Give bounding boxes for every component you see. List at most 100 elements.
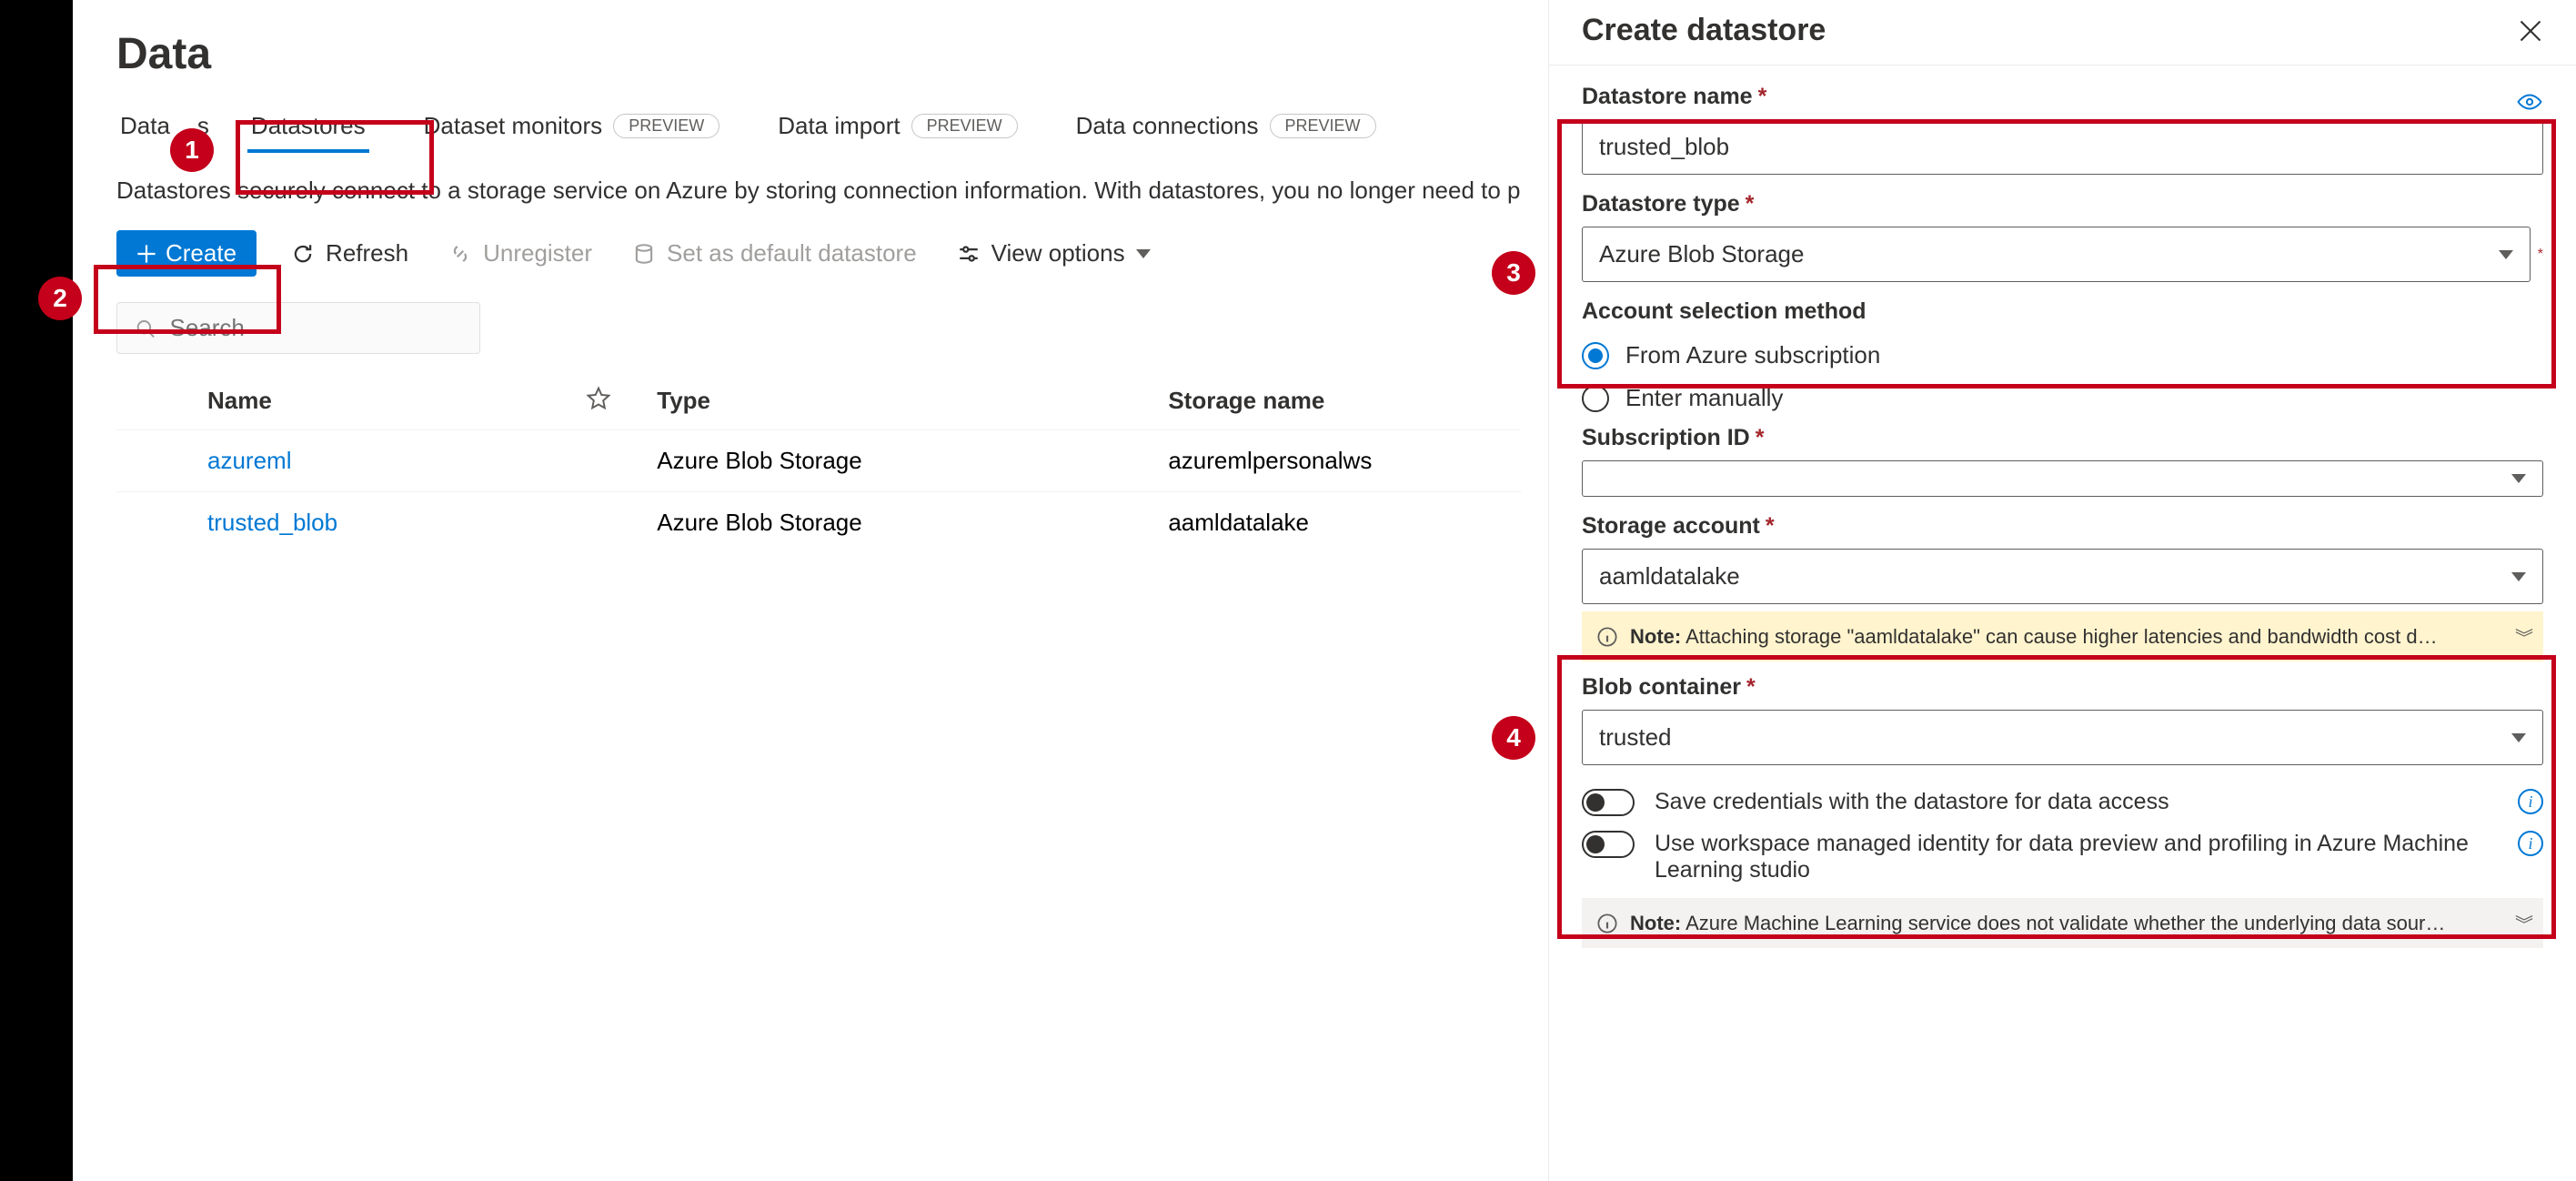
row-storage: aamldatalake bbox=[1168, 509, 1521, 537]
blob-value: trusted bbox=[1599, 723, 2511, 752]
tab-connections-label: Data connections bbox=[1076, 112, 1259, 140]
subscription-select[interactable] bbox=[1582, 460, 2543, 497]
tab-data-label: Data bbox=[120, 112, 170, 140]
chevron-down-icon bbox=[2499, 250, 2513, 259]
annotation-marker-3: 3 bbox=[1492, 251, 1535, 295]
panel-title: Create datastore bbox=[1582, 13, 1826, 48]
info-icon bbox=[1597, 914, 1617, 934]
field-storage-account: Storage account* aamldatalake bbox=[1582, 513, 2543, 604]
refresh-icon bbox=[291, 242, 315, 266]
toolbar: Create Refresh Unregister Set as default… bbox=[116, 230, 1521, 277]
tab-monitors-label: Dataset monitors bbox=[424, 112, 603, 140]
col-type-label: Type bbox=[657, 387, 710, 414]
annotation-marker-1: 1 bbox=[170, 128, 214, 172]
col-name-label: Name bbox=[207, 387, 272, 415]
tab-data-connections[interactable]: Data connections PREVIEW bbox=[1072, 105, 1380, 151]
row-name-link[interactable]: trusted_blob bbox=[207, 509, 337, 537]
note-validate-text: Azure Machine Learning service does not … bbox=[1681, 912, 2445, 934]
chevron-down-icon bbox=[2511, 572, 2526, 581]
preview-badge: PREVIEW bbox=[1270, 114, 1376, 138]
create-button[interactable]: Create bbox=[116, 230, 257, 277]
col-fav[interactable] bbox=[587, 387, 658, 415]
field-datastore-name: Datastore name* bbox=[1582, 84, 2543, 175]
view-options-button[interactable]: View options bbox=[951, 232, 1156, 275]
datastore-name-input[interactable] bbox=[1582, 119, 2543, 175]
close-icon[interactable] bbox=[2518, 18, 2543, 44]
toggle-save-creds-label: Save credentials with the datastore for … bbox=[1655, 789, 2498, 815]
info-icon[interactable]: i bbox=[2518, 789, 2543, 814]
refresh-label: Refresh bbox=[326, 239, 408, 267]
chevron-down-icon bbox=[1136, 249, 1151, 258]
datastore-type-select[interactable]: Azure Blob Storage bbox=[1582, 227, 2531, 282]
table-row[interactable]: trusted_blob Azure Blob Storage aamldata… bbox=[116, 491, 1521, 553]
radio-icon bbox=[1582, 342, 1609, 369]
view-options-label: View options bbox=[991, 239, 1125, 267]
col-storage-label: Storage name bbox=[1168, 387, 1324, 414]
unregister-label: Unregister bbox=[483, 239, 592, 267]
note-validation: Note: Azure Machine Learning service doe… bbox=[1582, 898, 2543, 948]
storage-label: Storage account bbox=[1582, 513, 1760, 540]
storage-value: aamldatalake bbox=[1599, 562, 2511, 590]
tab-datastores-label: Datastores bbox=[251, 112, 366, 140]
field-blob-container: Blob container* trusted bbox=[1582, 674, 2543, 765]
note-prefix: Note: bbox=[1630, 912, 1681, 934]
toggle-save-credentials[interactable]: Save credentials with the datastore for … bbox=[1582, 782, 2543, 823]
col-type[interactable]: Type bbox=[657, 387, 1168, 415]
required-mark: * bbox=[1758, 84, 1767, 110]
table-row[interactable]: azureml Azure Blob Storage azuremlperson… bbox=[116, 429, 1521, 491]
chevron-down-icon bbox=[2511, 474, 2526, 483]
type-label: Datastore type bbox=[1582, 191, 1740, 217]
tab-dataset-monitors[interactable]: Dataset monitors PREVIEW bbox=[420, 105, 724, 151]
page-description: Datastores securely connect to a storage… bbox=[116, 177, 1521, 205]
radio-from-subscription[interactable]: From Azure subscription bbox=[1582, 334, 2543, 377]
preview-badge: PREVIEW bbox=[911, 114, 1018, 138]
eye-icon[interactable] bbox=[2516, 92, 2543, 112]
col-storage[interactable]: Storage name bbox=[1168, 387, 1521, 415]
info-icon[interactable]: i bbox=[2518, 831, 2543, 856]
table-header: Name Type Storage name bbox=[116, 372, 1521, 429]
note-storage-latency: Note: Attaching storage "aamldatalake" c… bbox=[1582, 611, 2543, 661]
radio-manual-label: Enter manually bbox=[1625, 384, 1783, 412]
note-prefix: Note: bbox=[1630, 625, 1681, 648]
unlink-icon bbox=[448, 242, 472, 266]
star-icon bbox=[587, 387, 610, 410]
toggle-managed-identity[interactable]: Use workspace managed identity for data … bbox=[1582, 823, 2543, 891]
database-icon bbox=[632, 242, 656, 266]
tab-data-import[interactable]: Data import PREVIEW bbox=[774, 105, 1021, 151]
expand-icon[interactable]: ︾ bbox=[2515, 623, 2528, 650]
sub-label: Subscription ID bbox=[1582, 425, 1750, 451]
search-box[interactable] bbox=[116, 302, 480, 354]
info-icon bbox=[1597, 627, 1617, 647]
refresh-button[interactable]: Refresh bbox=[286, 232, 414, 275]
chevron-down-icon bbox=[2511, 733, 2526, 742]
row-type: Azure Blob Storage bbox=[657, 509, 1168, 537]
row-type: Azure Blob Storage bbox=[657, 447, 1168, 475]
unregister-button[interactable]: Unregister bbox=[443, 232, 598, 275]
expand-icon[interactable]: ︾ bbox=[2515, 910, 2528, 936]
required-mark: * bbox=[1756, 425, 1765, 451]
row-name-link[interactable]: azureml bbox=[207, 447, 291, 475]
acct-method-label: Account selection method bbox=[1582, 298, 1867, 325]
page-title: Data bbox=[116, 29, 1521, 79]
toggle-icon bbox=[1582, 831, 1635, 858]
required-mark: * bbox=[1766, 513, 1775, 540]
search-input[interactable] bbox=[169, 314, 461, 342]
plus-icon bbox=[136, 244, 156, 264]
type-value: Azure Blob Storage bbox=[1599, 240, 2499, 268]
blob-container-select[interactable]: trusted bbox=[1582, 710, 2543, 765]
radio-enter-manually[interactable]: Enter manually bbox=[1582, 377, 2543, 419]
storage-account-select[interactable]: aamldatalake bbox=[1582, 549, 2543, 604]
name-label: Datastore name bbox=[1582, 84, 1753, 110]
col-name[interactable]: Name bbox=[207, 387, 587, 415]
blob-label: Blob container bbox=[1582, 674, 1741, 701]
main-content: Data Data s Datastores Dataset monitors … bbox=[73, 0, 1565, 1181]
panel-body: Datastore name* Datastore type* Azure Bl… bbox=[1549, 66, 2576, 961]
tab-datastores[interactable]: Datastores bbox=[247, 105, 369, 151]
set-default-button[interactable]: Set as default datastore bbox=[627, 232, 922, 275]
create-datastore-panel: Create datastore Datastore name* Datasto… bbox=[1548, 0, 2576, 1181]
radio-from-sub-label: From Azure subscription bbox=[1625, 341, 1880, 369]
set-default-label: Set as default datastore bbox=[667, 239, 917, 267]
required-mark: * bbox=[1746, 674, 1756, 701]
required-mark: * bbox=[2538, 247, 2543, 263]
field-datastore-type: Datastore type* Azure Blob Storage * bbox=[1582, 191, 2543, 282]
